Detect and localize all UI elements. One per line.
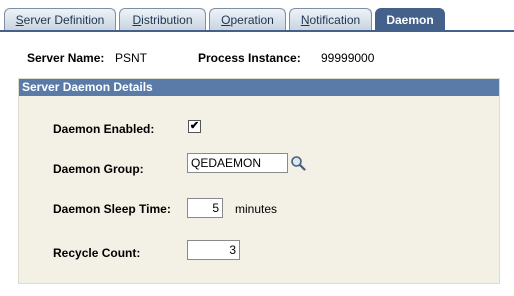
daemon-sleep-time-field[interactable]: 5 xyxy=(187,198,223,218)
daemon-group-field[interactable]: QEDAEMON xyxy=(187,153,288,173)
process-instance-value: 99999000 xyxy=(321,51,375,65)
tab-label: Daemon xyxy=(386,13,434,27)
tab-notification[interactable]: Notification xyxy=(289,8,372,30)
daemon-enabled-checkbox[interactable]: ✔ xyxy=(188,120,201,133)
tab-access-key: D xyxy=(132,13,142,27)
tab-access-key: S xyxy=(15,13,24,27)
process-instance-label: Process Instance: xyxy=(198,51,301,65)
tab-operation[interactable]: Operation xyxy=(209,8,286,30)
recycle-count-field[interactable]: 3 xyxy=(187,240,240,260)
magnifier-lookup-icon[interactable] xyxy=(290,155,306,171)
group-title: Server Daemon Details xyxy=(19,79,499,96)
tab-distribution[interactable]: Distribution xyxy=(119,8,206,30)
tab-label: otification xyxy=(309,13,361,27)
tab-underline xyxy=(0,30,514,32)
tab-bar: Server Definition Distribution Operation… xyxy=(0,8,514,31)
daemon-group-label: Daemon Group: xyxy=(53,162,144,176)
tab-label: peration xyxy=(230,13,274,27)
recycle-count-label: Recycle Count: xyxy=(53,246,141,260)
tab-label: erver Definition xyxy=(23,13,105,27)
daemon-sleep-time-label: Daemon Sleep Time: xyxy=(53,202,171,216)
daemon-enabled-label: Daemon Enabled: xyxy=(53,122,155,136)
server-name-label: Server Name: xyxy=(27,51,105,65)
tab-server-definition[interactable]: Server Definition xyxy=(4,8,116,30)
tab-daemon[interactable]: Daemon xyxy=(375,8,445,31)
tab-label: istribution xyxy=(141,13,193,27)
checkmark-icon: ✔ xyxy=(189,120,200,132)
sleep-time-unit: minutes xyxy=(235,202,278,216)
server-name-value: PSNT xyxy=(115,51,148,65)
